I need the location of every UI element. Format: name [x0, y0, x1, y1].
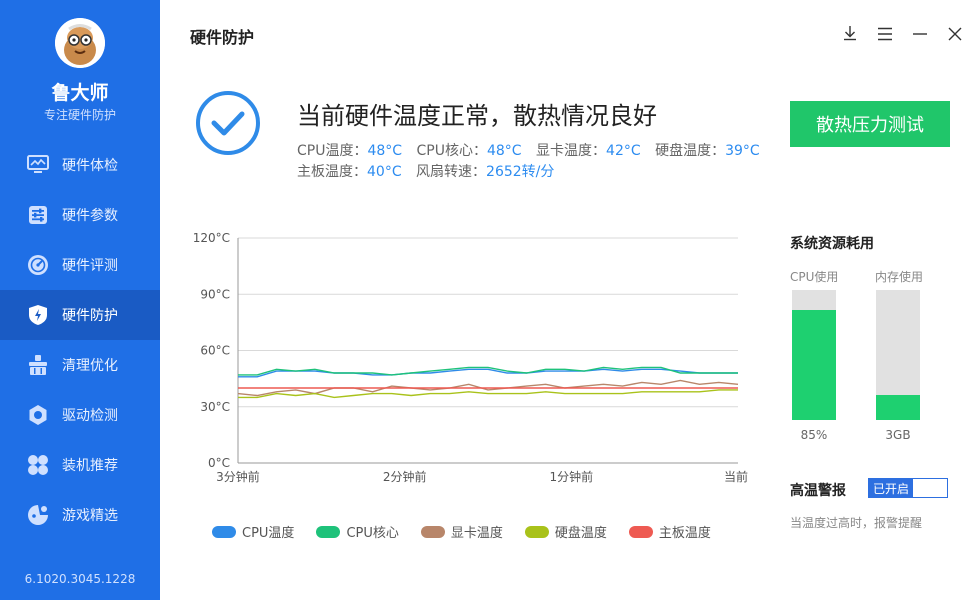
- legend-swatch: [524, 525, 549, 538]
- high-temp-alarm-label: 高温警报: [790, 483, 846, 499]
- legend-item: 主板温度: [628, 522, 711, 541]
- y-tick-label: 30°C: [200, 400, 230, 414]
- broom-icon: [26, 353, 50, 377]
- sliders-icon: [26, 203, 50, 227]
- sidebar-item-label: 驱动检测: [62, 408, 118, 424]
- page-title: 硬件防护: [190, 28, 255, 47]
- download-button[interactable]: [839, 24, 861, 46]
- sidebar-item-label: 硬件防护: [62, 308, 118, 324]
- legend-item: 显卡温度: [420, 522, 503, 541]
- sidebar-item-hardware-params[interactable]: 硬件参数: [0, 190, 160, 240]
- y-tick-label: 0°C: [208, 456, 230, 470]
- x-tick-label: 3分钟前: [216, 469, 260, 484]
- sidebar-item-build-recommend[interactable]: 装机推荐: [0, 440, 160, 490]
- sidebar-nav: 硬件体检 硬件参数 硬件评测 硬件防护 清理优化 驱动检测 装机推荐 游戏精选: [0, 140, 160, 540]
- legend-item: 硬盘温度: [524, 522, 607, 541]
- gauge-icon: [26, 253, 50, 277]
- memory-usage-fill: [876, 395, 920, 420]
- legend-label: CPU温度: [242, 526, 295, 541]
- memory-usage-value: 3GB: [885, 428, 911, 442]
- legend-label: 主板温度: [658, 526, 711, 541]
- metric-cpu-core: CPU核心：48°C: [416, 143, 522, 159]
- series-line-CPU温度: [238, 368, 738, 378]
- app-window: 鲁大师 专注硬件防护 硬件体检 硬件参数 硬件评测 硬件防护 清理优化 驱动检测…: [0, 0, 980, 600]
- download-icon: [842, 25, 858, 45]
- cpu-usage-fill: [792, 309, 836, 420]
- legend-label: 硬盘温度: [554, 526, 607, 541]
- x-tick-label: 当前: [724, 469, 748, 484]
- legend-swatch: [212, 525, 236, 538]
- close-button[interactable]: [944, 24, 966, 46]
- chart-legend: CPU温度 CPU核心 显卡温度 硬盘温度 主板温度: [212, 522, 733, 541]
- toggle-on-label: 已开启: [869, 479, 913, 497]
- legend-label: 显卡温度: [450, 526, 503, 541]
- memory-usage-bar: [876, 290, 920, 420]
- sidebar-item-label: 硬件评测: [62, 258, 118, 274]
- monitor-icon: [26, 153, 50, 177]
- sidebar-item-hardware-benchmark[interactable]: 硬件评测: [0, 240, 160, 290]
- metric-disk-temp: 硬盘温度：39°C: [655, 143, 760, 159]
- sidebar-item-games[interactable]: 游戏精选: [0, 490, 160, 540]
- y-tick-label: 60°C: [200, 344, 230, 358]
- gear-icon: [26, 403, 50, 427]
- legend-swatch: [628, 525, 653, 538]
- status-ok-icon: [195, 90, 261, 156]
- grid-icon: [26, 453, 50, 477]
- legend-swatch: [316, 525, 341, 538]
- menu-icon: [877, 26, 893, 45]
- close-icon: [948, 26, 962, 45]
- sidebar-item-label: 装机推荐: [62, 458, 118, 474]
- sidebar-item-hardware-check[interactable]: 硬件体检: [0, 140, 160, 190]
- sidebar-item-label: 游戏精选: [62, 508, 118, 524]
- metric-board-temp: 主板温度：40°C: [297, 164, 402, 180]
- status-title: 当前硬件温度正常，散热情况良好: [297, 102, 657, 130]
- stress-test-button[interactable]: 散热压力测试: [790, 101, 950, 147]
- metric-gpu-temp: 显卡温度：42°C: [536, 143, 641, 159]
- version-text: 6.1020.3045.1228: [24, 572, 136, 586]
- legend-item: CPU核心: [316, 522, 399, 541]
- resource-title: 系统资源耗用: [790, 236, 874, 252]
- sidebar: 鲁大师 专注硬件防护 硬件体检 硬件参数 硬件评测 硬件防护 清理优化 驱动检测…: [0, 0, 160, 600]
- sidebar-item-hardware-protect[interactable]: 硬件防护: [0, 290, 160, 340]
- game-icon: [26, 503, 50, 527]
- cpu-usage-bar: [792, 290, 836, 420]
- temperature-metrics: CPU温度：48°C CPU核心：48°C 显卡温度：42°C 硬盘温度：39°…: [297, 141, 777, 183]
- temperature-chart: 0°C 30°C 60°C 90°C 120°C 3分钟前 2分钟前 1分钟前 当前: [193, 231, 748, 484]
- brand-slogan: 专注硬件防护: [43, 108, 116, 122]
- high-temp-alarm-toggle[interactable]: 已开启: [868, 478, 948, 498]
- y-tick-label: 90°C: [200, 287, 230, 301]
- sidebar-item-driver-check[interactable]: 驱动检测: [0, 390, 160, 440]
- metric-fan-speed: 风扇转速：2652转/分: [416, 164, 555, 180]
- x-tick-label: 2分钟前: [383, 469, 427, 484]
- sidebar-item-cleanup[interactable]: 清理优化: [0, 340, 160, 390]
- avatar[interactable]: [55, 18, 105, 68]
- y-tick-label: 120°C: [193, 231, 230, 245]
- minimize-icon: [912, 26, 928, 45]
- cpu-usage-value: 85%: [800, 428, 828, 442]
- sidebar-item-label: 清理优化: [62, 358, 118, 374]
- shield-bolt-icon: [26, 303, 50, 327]
- high-temp-alarm-description: 当温度过高时，报警提醒: [790, 516, 923, 530]
- sidebar-item-label: 硬件体检: [62, 158, 118, 174]
- legend-swatch: [420, 525, 445, 538]
- memory-usage-label: 内存使用: [875, 270, 924, 284]
- legend-label: CPU核心: [346, 526, 399, 541]
- cpu-usage-label: CPU使用: [790, 270, 839, 284]
- x-tick-label: 1分钟前: [550, 469, 594, 484]
- menu-button[interactable]: [874, 24, 896, 46]
- legend-item: CPU温度: [212, 522, 294, 541]
- sidebar-item-label: 硬件参数: [62, 208, 118, 224]
- series-line-硬盘温度: [238, 389, 738, 399]
- brand-name: 鲁大师: [51, 82, 109, 104]
- minimize-button[interactable]: [909, 24, 931, 46]
- metric-cpu-temp: CPU温度：48°C: [297, 143, 403, 159]
